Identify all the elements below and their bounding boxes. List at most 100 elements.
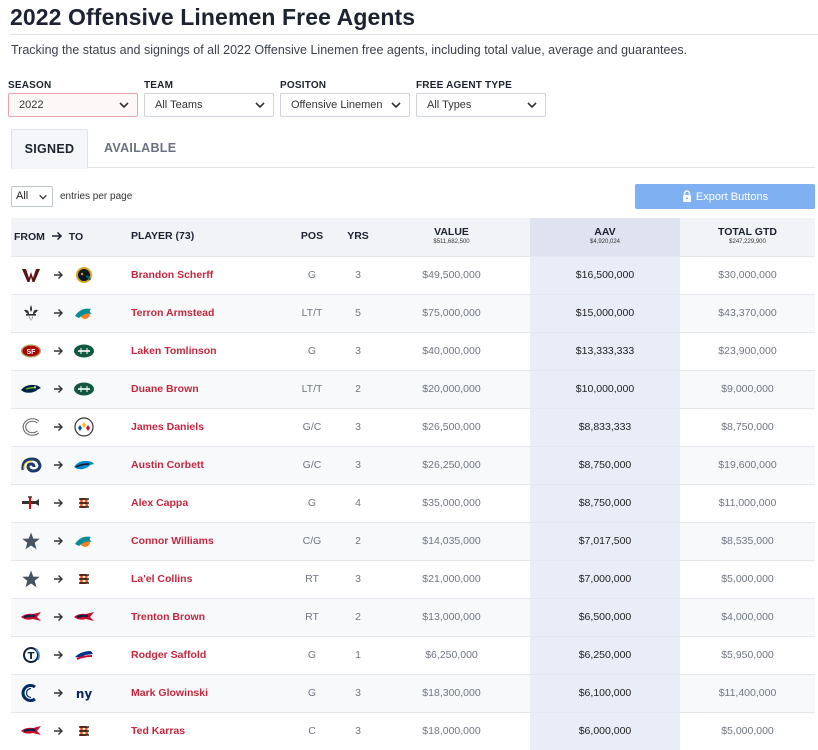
arrow-right-icon (54, 537, 63, 545)
pos-cell: C (281, 711, 343, 750)
chevron-down-icon (391, 102, 401, 109)
value-header-label: VALUE (434, 226, 469, 239)
dolphins-logo-icon (75, 308, 92, 319)
value-cell: $6,250,000 (373, 635, 530, 674)
total-gtd-total: $247,229,900 (729, 239, 766, 246)
from-to-cell (11, 445, 121, 484)
aav-cell: $8,833,333 (530, 407, 680, 446)
chevron-down-icon (255, 102, 265, 109)
pos-cell: LT/T (281, 369, 343, 408)
total-gtd-header[interactable]: TOTAL GTD $247,229,900 (680, 218, 815, 256)
table-row: B La'el Collins RT 3 $21,000,000 $7,000,000 $5… (11, 559, 815, 598)
player-link[interactable]: Ted Karras (121, 711, 281, 750)
value-cell: $26,500,000 (373, 407, 530, 446)
colts-logo-icon (21, 684, 36, 702)
total-gtd-header-label: TOTAL GTD (718, 226, 777, 239)
from-to-cell: ny (11, 673, 121, 712)
pos-cell: LT/T (281, 293, 343, 332)
pos-cell: G (281, 483, 343, 522)
yrs-cell: 2 (343, 369, 373, 408)
arrow-right-icon (54, 689, 63, 697)
from-to-cell (11, 407, 121, 446)
panthers-logo-icon (74, 460, 94, 470)
free-agent-type-select[interactable]: All Types (416, 93, 546, 117)
position-select[interactable]: Offensive Linemen (280, 93, 410, 117)
position-select-value: Offensive Linemen (291, 99, 383, 111)
arrow-right-icon (54, 651, 63, 659)
jaguars-logo-icon (76, 267, 92, 283)
patriots-logo-icon (21, 612, 41, 621)
from-to-cell (11, 521, 121, 560)
team-select-value: All Teams (155, 99, 203, 111)
table-row: Trenton Brown RT 2 $13,000,000 $6,500,000 $4,… (11, 597, 815, 636)
jets-logo-icon (74, 382, 94, 396)
total-gtd-cell: $11,000,000 (680, 483, 815, 522)
export-buttons[interactable]: Export Buttons (635, 184, 815, 209)
aav-header[interactable]: AAV $4,920,024 (530, 218, 680, 256)
total-gtd-cell: $30,000,000 (680, 255, 815, 294)
total-gtd-cell: $5,000,000 (680, 711, 815, 750)
from-to-cell (11, 369, 121, 408)
arrow-right-icon (54, 385, 63, 393)
entries-select[interactable]: All (11, 186, 53, 207)
titans-logo-icon: T (23, 647, 40, 663)
status-tabs: SIGNED AVAILABLE (11, 129, 815, 169)
season-filter-label: SEASON (8, 80, 52, 91)
player-link[interactable]: Rodger Saffold (121, 635, 281, 674)
svg-text:SF: SF (27, 349, 37, 356)
player-link[interactable]: Laken Tomlinson (121, 331, 281, 370)
pos-cell: RT (281, 559, 343, 598)
aav-header-label: AAV (594, 226, 616, 239)
yrs-header[interactable]: YRS (343, 218, 373, 256)
season-select[interactable]: 2022 (8, 93, 138, 117)
pos-header[interactable]: POS (281, 218, 343, 256)
player-link[interactable]: Trenton Brown (121, 597, 281, 636)
player-link[interactable]: Terron Armstead (121, 293, 281, 332)
from-to-header[interactable]: FROM TO (11, 218, 121, 256)
table-row: T Rodger Saffold G 1 $6,250,000 $6,250,000 $5,… (11, 635, 815, 674)
value-header[interactable]: VALUE $511,682,500 (373, 218, 530, 256)
player-header[interactable]: PLAYER (73) (121, 218, 281, 256)
tab-signed[interactable]: SIGNED (11, 129, 88, 169)
value-cell: $26,250,000 (373, 445, 530, 484)
washington-logo-icon (22, 269, 40, 282)
yrs-cell: 2 (343, 521, 373, 560)
bears-logo-icon (22, 418, 40, 436)
from-to-cell (11, 597, 121, 636)
value-total: $511,682,500 (433, 239, 470, 246)
page-subtitle: Tracking the status and signings of all … (11, 43, 688, 57)
49ers-logo-icon: SF (21, 344, 41, 358)
pos-cell: C/G (281, 521, 343, 560)
team-select[interactable]: All Teams (144, 93, 274, 117)
arrow-right-icon (54, 727, 63, 736)
table-row: Brandon Scherff G 3 $49,500,000 $16,500,000 $… (11, 255, 815, 294)
arrow-right-icon (54, 271, 63, 279)
tab-available[interactable]: AVAILABLE (104, 129, 176, 168)
player-link[interactable]: Austin Corbett (121, 445, 281, 484)
player-link[interactable]: Alex Cappa (121, 483, 281, 522)
patriots-logo-icon (21, 726, 41, 736)
total-gtd-cell: $43,370,000 (680, 293, 815, 332)
player-link[interactable]: James Daniels (121, 407, 281, 446)
dolphins-logo-icon (75, 536, 92, 547)
aav-cell: $6,500,000 (530, 597, 680, 636)
aav-average: $4,920,024 (589, 239, 621, 246)
value-cell: $18,000,000 (373, 711, 530, 750)
chevron-down-icon (39, 194, 47, 200)
arrow-right-icon (54, 309, 63, 317)
table-row: Austin Corbett G/C 3 $26,250,000 $8,750,000 $… (11, 445, 815, 484)
player-link[interactable]: Brandon Scherff (121, 255, 281, 294)
player-link[interactable]: Connor Williams (121, 521, 281, 560)
pos-cell: RT (281, 597, 343, 636)
player-link[interactable]: La'el Collins (121, 559, 281, 598)
value-cell: $40,000,000 (373, 331, 530, 370)
player-link[interactable]: Mark Glowinski (121, 673, 281, 712)
season-filter: SEASON 2022 (8, 80, 138, 117)
from-to-cell: B (11, 559, 121, 598)
yrs-cell: 3 (343, 331, 373, 370)
value-cell: $75,000,000 (373, 293, 530, 332)
cowboys-logo-icon (22, 570, 40, 588)
player-link[interactable]: Duane Brown (121, 369, 281, 408)
yrs-cell: 2 (343, 597, 373, 636)
table-row: Connor Williams C/G 2 $14,035,000 $7,017,500… (11, 521, 815, 560)
